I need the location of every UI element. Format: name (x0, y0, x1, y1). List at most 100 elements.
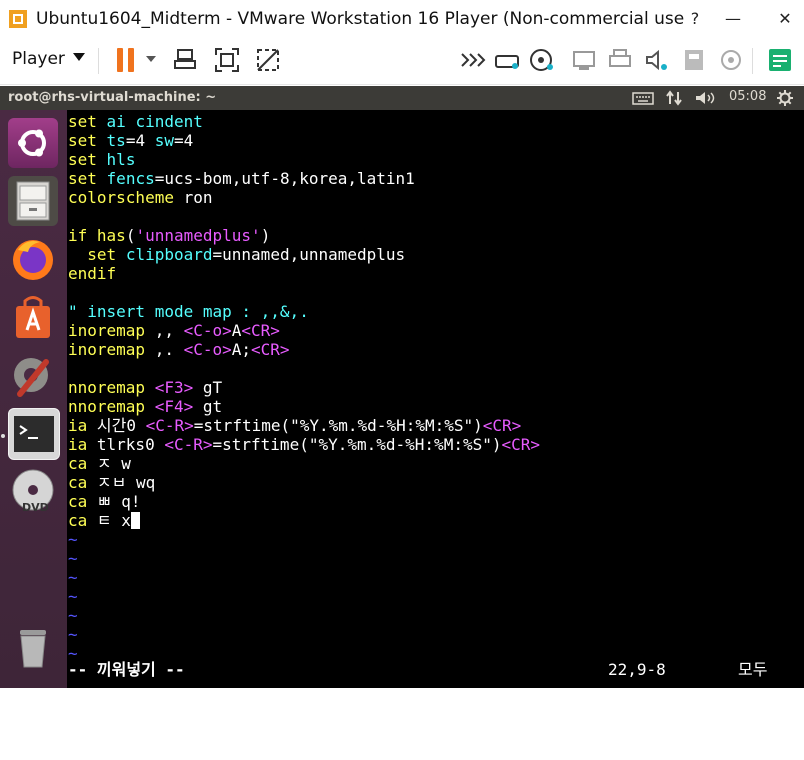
empty-line-marker: ~ (68, 606, 78, 625)
vim-token: A; (231, 340, 252, 359)
cd-dvd-icon[interactable] (528, 46, 556, 74)
vim-token: endif (68, 264, 117, 283)
vim-token: ca (68, 454, 88, 473)
vim-line: endif (68, 264, 116, 283)
vmware-toolbar: Player (0, 38, 804, 85)
pause-button[interactable] (112, 46, 140, 74)
vim-token: =strftime("%Y.%m.%d-%H:%M:%S") (193, 416, 483, 435)
terminal-button[interactable] (8, 408, 60, 460)
firefox-icon (13, 240, 53, 280)
vim-line: ca ㅌ x (68, 511, 140, 530)
firefox-button[interactable] (8, 234, 58, 284)
vim-line: ca ㅈㅂ wq (68, 473, 155, 492)
vim-terminal[interactable]: set ai cindent set ts=4 sw=4 set hls set fe… (67, 110, 804, 688)
window-titlebar: Ubuntu1604_Midterm - VMware Workstation … (0, 0, 804, 38)
vim-line: set clipboard=unnamed,unnamedplus (68, 245, 405, 264)
hard-disk-icon[interactable] (493, 46, 521, 74)
vim-token: gt (193, 397, 223, 416)
vim-status-line: -- 끼워넣기 -- 22,9-8 모두 (68, 660, 798, 680)
vim-token: <CR> (241, 321, 280, 340)
sound-card-icon[interactable] (642, 46, 670, 74)
window-title: Ubuntu1604_Midterm - VMware Workstation … (36, 9, 686, 29)
vim-token: " insert mode map : ,,&,. (68, 302, 309, 321)
vim-token: ㅃ q! (87, 492, 141, 511)
system-settings-button[interactable] (8, 350, 58, 400)
software-center-button[interactable] (8, 292, 58, 342)
network-adapter-icon[interactable] (570, 46, 598, 74)
show-all-devices-icon[interactable] (458, 46, 486, 74)
vim-token: set (68, 112, 97, 131)
display-icon[interactable] (717, 46, 745, 74)
vim-token: hls (106, 150, 136, 169)
vim-token: 시간0 (87, 416, 146, 435)
clock[interactable]: 05:08 (729, 89, 766, 104)
vim-token: 'unnamedplus' (135, 226, 261, 245)
empty-line-marker: ~ (68, 549, 78, 568)
vim-token: ron (173, 188, 213, 207)
vim-token: <C-R> (145, 416, 194, 435)
file-cabinet-icon (16, 181, 50, 221)
vim-token: ai (106, 112, 126, 131)
vim-token: nnoremap (68, 378, 146, 397)
trash-button[interactable] (8, 622, 58, 672)
player-menu[interactable]: Player (12, 49, 65, 69)
vim-line: ~ (68, 587, 78, 606)
dvd-button[interactable]: DVD (8, 466, 58, 516)
unity-mode-icon[interactable] (254, 46, 282, 74)
svg-text:DVD: DVD (22, 501, 49, 514)
pause-dropdown-icon[interactable] (146, 56, 156, 62)
active-window-title: root@rhs-virtual-machine: ~ (8, 90, 217, 105)
vim-token (145, 378, 155, 397)
printer-icon[interactable] (606, 46, 634, 74)
keyboard-icon[interactable] (632, 92, 654, 105)
vim-line: ~ (68, 530, 78, 549)
vim-token: cindent (135, 112, 203, 131)
help-button[interactable]: ? (680, 6, 710, 32)
vim-token: =4 (125, 131, 155, 150)
vim-mode: -- 끼워넣기 -- (68, 660, 185, 679)
vim-token (87, 226, 97, 245)
close-button[interactable]: ✕ (770, 6, 800, 32)
vim-token: ㅈ w (87, 454, 131, 473)
vim-line: nnoremap <F3> gT (68, 378, 222, 397)
trash-icon (20, 630, 46, 668)
vim-line: if has('unnamedplus') (68, 226, 270, 245)
vim-token: <C-R> (164, 435, 213, 454)
player-menu-dropdown-icon[interactable] (73, 53, 85, 61)
vim-token: has (96, 226, 126, 245)
usb-device-icon[interactable] (680, 46, 708, 74)
vim-token: sw (154, 131, 174, 150)
send-ctrl-alt-del-icon[interactable] (172, 46, 200, 74)
vim-token: <C-o> (183, 321, 232, 340)
ubuntu-launcher: DVD (0, 110, 67, 688)
dvd-icon: DVD (12, 469, 54, 514)
pause-icon-bar (128, 48, 134, 72)
vim-line: colorscheme ron (68, 188, 213, 207)
toolbar-separator-right (752, 48, 753, 74)
vim-line: ia 시간0 <C-R>=strftime("%Y.%m.%d-%H:%M:%S… (68, 416, 521, 435)
message-log-icon[interactable] (766, 46, 794, 74)
vim-token: fencs (106, 169, 155, 188)
vim-token (145, 397, 155, 416)
vim-token: ts (106, 131, 126, 150)
power-settings-gear-icon[interactable] (777, 90, 793, 106)
vim-line: ia tlrks0 <C-R>=strftime("%Y.%m.%d-%H:%M… (68, 435, 540, 454)
vim-token (116, 245, 126, 264)
network-icon[interactable] (665, 90, 683, 106)
vim-token: ,. (145, 340, 184, 359)
running-indicator (1, 434, 5, 438)
vim-token: <F3> (154, 378, 194, 397)
vim-token: gT (193, 378, 223, 397)
vim-token: ( (125, 226, 136, 245)
vim-line: ~ (68, 549, 78, 568)
vim-token (68, 245, 87, 264)
fullscreen-icon[interactable] (213, 46, 241, 74)
vim-token: ) (260, 226, 271, 245)
vim-line: set ts=4 sw=4 (68, 131, 193, 150)
files-button[interactable] (8, 176, 58, 226)
vim-token (97, 150, 107, 169)
ubuntu-dash-button[interactable] (8, 118, 58, 168)
volume-icon[interactable] (695, 91, 717, 105)
vim-token: <CR> (482, 416, 522, 435)
maximize-button[interactable] (734, 6, 764, 32)
